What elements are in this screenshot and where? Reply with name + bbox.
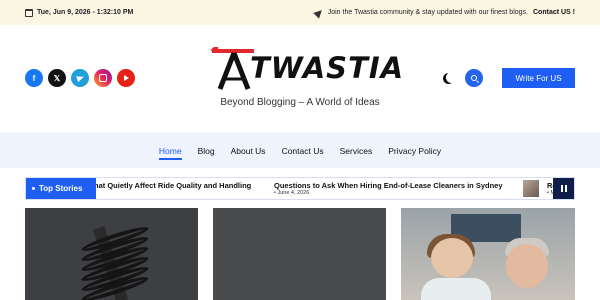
bullet-icon	[32, 187, 35, 190]
main-nav: Home Blog About Us Contact Us Services P…	[0, 133, 600, 168]
pause-icon-bar	[564, 185, 567, 192]
ticker-pause-button[interactable]	[553, 178, 574, 199]
top-stories-label: Top Stories	[26, 178, 96, 199]
date-display: Tue, Jun 9, 2026 - 1:32:10 PM	[25, 8, 134, 17]
moon-icon	[446, 72, 457, 83]
ticker-item[interactable]: hat Quietly Affect Ride Quality and Hand…	[94, 181, 251, 190]
community-notice: Join the Twastia community & stay update…	[313, 6, 575, 19]
ticker-thumbnail[interactable]	[523, 180, 539, 197]
telegram-icon[interactable]	[71, 69, 89, 87]
nurse-image	[431, 238, 473, 278]
nav-item-about-us[interactable]: About Us	[231, 142, 266, 160]
top-bar: Tue, Jun 9, 2026 - 1:32:10 PM Join the T…	[0, 0, 600, 25]
site-logo[interactable]: TWASTIA	[210, 47, 403, 92]
nav-item-privacy-policy[interactable]: Privacy Policy	[388, 142, 441, 160]
top-stories-text: Top Stories	[39, 184, 83, 193]
search-button[interactable]	[465, 69, 483, 87]
post-card-image[interactable]	[25, 208, 198, 300]
facebook-icon[interactable]: f	[25, 69, 43, 87]
nav-item-home[interactable]: Home	[158, 142, 182, 160]
logo-text: TWASTIA	[250, 51, 405, 85]
social-links: f 𝕏	[25, 69, 135, 87]
page: Tue, Jun 9, 2026 - 1:32:10 PM Join the T…	[0, 0, 600, 300]
x-icon[interactable]: 𝕏	[48, 69, 66, 87]
youtube-icon[interactable]	[117, 69, 135, 87]
search-icon	[471, 75, 477, 81]
nav-item-contact-us[interactable]: Contact Us	[282, 142, 324, 160]
site-tagline: Beyond Blogging – A World of Ideas	[220, 97, 380, 108]
instagram-icon[interactable]	[94, 69, 112, 87]
nav-item-services[interactable]: Services	[340, 142, 373, 160]
send-icon	[313, 6, 325, 19]
post-cards	[0, 208, 600, 300]
calendar-icon	[25, 8, 33, 17]
pause-icon-bar	[560, 185, 563, 192]
header-actions: Write For US	[439, 68, 575, 88]
top-stories-ticker: Top Stories hat Quietly Affect Ride Qual…	[25, 177, 575, 200]
ticker-date: • June 4, 2026	[274, 190, 310, 196]
contact-link[interactable]: Contact US !	[533, 9, 575, 16]
date-text: Tue, Jun 9, 2026 - 1:32:10 PM	[37, 9, 134, 16]
post-card-image[interactable]	[213, 208, 386, 300]
ticker-item[interactable]: Questions to Ask When Hiring End-of-Leas…	[274, 181, 503, 190]
dark-mode-toggle[interactable]	[439, 69, 457, 87]
coil-spring-image	[80, 223, 150, 300]
post-card-image[interactable]	[401, 208, 575, 300]
write-for-us-button[interactable]: Write For US	[502, 68, 575, 88]
site-header: f 𝕏 TWASTIA Beyond Blogging – A World of…	[0, 25, 600, 133]
nav-item-blog[interactable]: Blog	[198, 142, 215, 160]
patient-image	[506, 244, 548, 288]
notice-text: Join the Twastia community & stay update…	[327, 9, 528, 16]
